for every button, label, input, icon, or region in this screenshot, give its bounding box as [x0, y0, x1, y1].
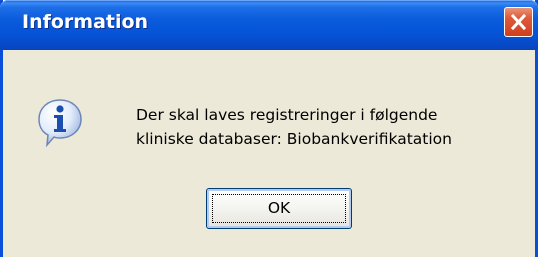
title-bar[interactable]: Information [0, 0, 538, 50]
ok-button-label: OK [267, 199, 291, 217]
message-line: kliniske databaser: Biobankverifikatatio… [136, 130, 452, 148]
dialog-title: Information [22, 11, 149, 33]
information-dialog: Information Der skal laves registreringe… [0, 0, 538, 257]
close-icon [510, 13, 527, 31]
information-icon [38, 99, 82, 148]
close-button[interactable] [504, 7, 533, 37]
ok-button[interactable]: OK [206, 188, 352, 229]
message-line: Der skal laves registreringer i følgende [136, 106, 438, 124]
dialog-body: Der skal laves registreringer i følgende… [3, 50, 535, 257]
dialog-message: Der skal laves registreringer i følgende… [136, 103, 526, 151]
